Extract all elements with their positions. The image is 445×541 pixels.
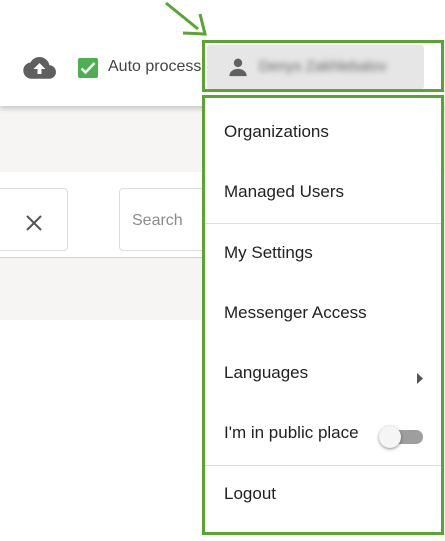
close-icon[interactable] xyxy=(25,214,43,237)
menu-item-messenger-access[interactable]: Messenger Access xyxy=(205,285,441,345)
menu-item-languages[interactable]: Languages xyxy=(205,345,441,405)
caret-right-icon xyxy=(417,369,423,389)
table-header-band xyxy=(0,258,220,320)
menu-item-public-place[interactable]: I'm in public place xyxy=(205,405,441,465)
user-dropdown-menu: Organizations Managed Users My Settings … xyxy=(202,95,444,535)
user-menu-button[interactable]: Denys Zakhlebalov xyxy=(207,45,424,89)
menu-item-logout[interactable]: Logout xyxy=(205,466,441,526)
search-input[interactable] xyxy=(132,210,202,232)
menu-item-managed-users[interactable]: Managed Users xyxy=(205,164,441,224)
toggle-knob xyxy=(379,426,401,448)
menu-divider xyxy=(205,223,441,224)
menu-item-label: Messenger Access xyxy=(224,303,367,322)
pointer-arrow-icon xyxy=(160,0,210,45)
menu-item-label: Managed Users xyxy=(224,182,345,201)
menu-item-label: Organizations xyxy=(224,122,329,141)
menu-item-label: Languages xyxy=(224,363,309,382)
auto-process-label: Auto process xyxy=(108,58,202,75)
public-place-toggle[interactable] xyxy=(379,426,425,448)
menu-item-organizations[interactable]: Organizations xyxy=(205,104,441,164)
menu-item-label: I'm in public place xyxy=(224,423,359,442)
cloud-upload-icon[interactable] xyxy=(22,55,56,81)
user-name: Denys Zakhlebalov xyxy=(259,58,387,75)
menu-item-label: Logout xyxy=(224,484,276,503)
menu-item-my-settings[interactable]: My Settings xyxy=(205,225,441,285)
top-toolbar: Auto process Denys Zakhlebalov xyxy=(0,0,445,106)
auto-process-checkbox[interactable] xyxy=(78,58,98,78)
menu-item-label: My Settings xyxy=(224,243,313,262)
person-icon xyxy=(227,56,249,83)
